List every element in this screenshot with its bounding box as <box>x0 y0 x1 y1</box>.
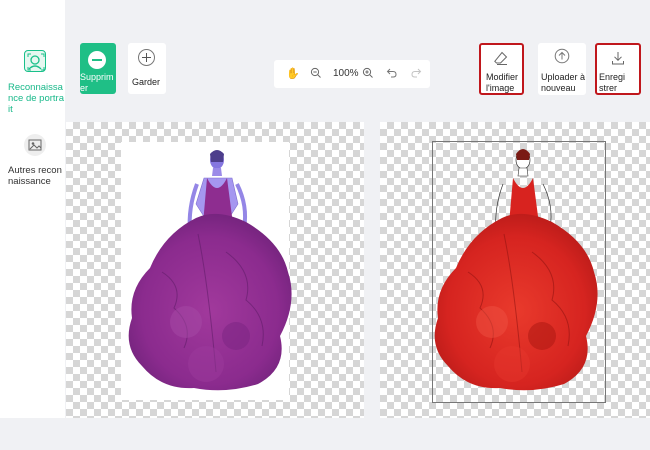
hand-pan-icon[interactable]: ✋ <box>286 67 300 81</box>
zoom-in-icon[interactable] <box>362 67 374 83</box>
edit-image-label: Modifier l'image <box>486 72 519 93</box>
upload-icon <box>554 48 570 64</box>
minus-circle-icon <box>88 51 106 69</box>
redo-icon[interactable] <box>410 67 422 83</box>
plus-circle-icon <box>138 49 155 66</box>
zoom-out-icon[interactable] <box>310 67 322 83</box>
dress-figure-original <box>128 150 292 391</box>
save-label: Enregistrer <box>599 72 626 93</box>
keep-button[interactable]: Garder <box>128 43 166 94</box>
download-icon <box>610 50 626 66</box>
image-recognition-icon <box>24 134 46 156</box>
portrait-recognition-icon <box>24 50 46 72</box>
result-image-canvas[interactable] <box>380 122 650 418</box>
zoom-level: 100% <box>333 68 359 79</box>
reupload-label: Uploader à nouveau <box>541 72 586 93</box>
save-button[interactable]: Enregistrer <box>595 43 641 95</box>
keep-label: Garder <box>132 77 161 87</box>
zoom-toolbar: ✋ 100% <box>274 60 430 88</box>
delete-button[interactable]: Supprimer <box>80 43 116 94</box>
reupload-button[interactable]: Uploader à nouveau <box>538 43 586 95</box>
undo-icon[interactable] <box>386 67 398 83</box>
delete-label: Supprimer <box>80 72 114 93</box>
sidebar: Reconnaissance de portrait Autres reconn… <box>0 0 65 418</box>
sidebar-item-label: Autres reconnaissance <box>8 165 62 187</box>
original-image-canvas[interactable] <box>66 122 364 418</box>
edit-image-button[interactable]: Modifier l'image <box>479 43 524 95</box>
sidebar-item-label: Reconnaissance de portrait <box>8 82 64 115</box>
eraser-icon <box>493 50 509 66</box>
dress-figure-result <box>434 149 598 391</box>
